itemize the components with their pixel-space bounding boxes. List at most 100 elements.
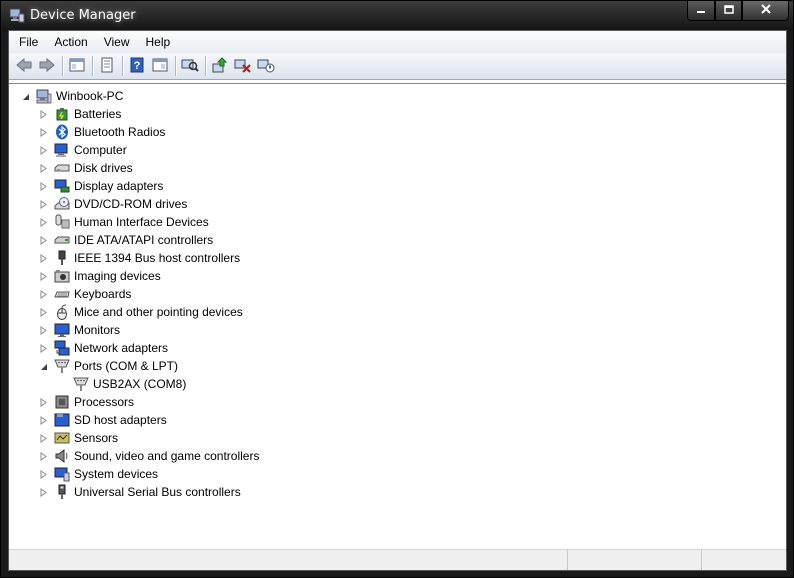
tree-node-label: IEEE 1394 Bus host controllers: [74, 251, 241, 265]
tree-node-bluetooth-radios[interactable]: Bluetooth Radios: [39, 123, 166, 141]
title-bar[interactable]: Device Manager: [1, 1, 793, 31]
menu-action[interactable]: Action: [46, 32, 95, 52]
show-hide-console-tree-icon: [69, 57, 85, 76]
properties-button[interactable]: [96, 55, 118, 77]
battery-icon: [54, 106, 70, 122]
device-manager-app-icon[interactable]: [9, 7, 25, 23]
collapsed-arrow-icon[interactable]: [39, 253, 48, 263]
tree-node-imaging-devices[interactable]: Imaging devices: [39, 267, 162, 285]
collapsed-arrow-icon[interactable]: [39, 487, 48, 497]
status-bar: [9, 549, 786, 570]
tree-node-ide-ata-atapi-controllers[interactable]: IDE ATA/ATAPI controllers: [39, 231, 214, 249]
tree-root-node[interactable]: Winbook-PC: [21, 87, 124, 105]
forward-icon: [38, 57, 56, 76]
tree-node-label: SD host adapters: [74, 413, 167, 427]
forward-button[interactable]: [36, 55, 58, 77]
sensor-icon: [54, 430, 70, 446]
tree-node-dvd-cd-rom-drives[interactable]: DVD/CD-ROM drives: [39, 195, 188, 213]
tree-node-monitors[interactable]: Monitors: [39, 321, 121, 339]
toolbar-separator: [122, 56, 123, 76]
collapsed-arrow-icon[interactable]: [39, 109, 48, 119]
expanded-arrow-icon[interactable]: [21, 92, 30, 101]
collapsed-arrow-icon[interactable]: [39, 235, 48, 245]
tree-node-batteries[interactable]: Batteries: [39, 105, 122, 123]
back-button[interactable]: [13, 55, 35, 77]
svg-text:?: ?: [134, 60, 141, 72]
collapsed-arrow-icon[interactable]: [39, 199, 48, 209]
tree-node-system-devices[interactable]: System devices: [39, 465, 159, 483]
tree-node-network-adapters[interactable]: Network adapters: [39, 339, 169, 357]
tree-node-keyboards[interactable]: Keyboards: [39, 285, 132, 303]
caption-buttons: [687, 1, 789, 21]
tree-node-label: Sound, video and game controllers: [74, 449, 260, 463]
tree-node-universal-serial-bus-controllers[interactable]: Universal Serial Bus controllers: [39, 483, 242, 501]
collapsed-arrow-icon[interactable]: [39, 433, 48, 443]
disable-device-button[interactable]: [255, 55, 277, 77]
disk-drive-icon: [54, 160, 70, 176]
help-button[interactable]: ?: [126, 55, 148, 77]
collapsed-arrow-icon[interactable]: [39, 127, 48, 137]
tree-node-computer[interactable]: Computer: [39, 141, 128, 159]
monitor-icon: [54, 322, 70, 338]
collapsed-arrow-icon[interactable]: [39, 163, 48, 173]
scan-hardware-button[interactable]: [179, 55, 201, 77]
update-driver-button[interactable]: [209, 55, 231, 77]
collapsed-arrow-icon[interactable]: [39, 181, 48, 191]
properties-icon: [99, 57, 115, 76]
client-area: File Action View Help ? Winbook-PC Batte…: [8, 30, 787, 571]
show-action-pane-button[interactable]: [149, 55, 171, 77]
toolbar-separator: [92, 56, 93, 76]
tree-node-disk-drives[interactable]: Disk drives: [39, 159, 134, 177]
update-driver-icon: [211, 56, 229, 76]
tree-node-processors[interactable]: Processors: [39, 393, 135, 411]
collapsed-arrow-icon[interactable]: [39, 469, 48, 479]
tree-node-sd-host-adapters[interactable]: SD host adapters: [39, 411, 168, 429]
tree-node-usb2ax-com8[interactable]: USB2AX (COM8): [73, 375, 187, 393]
tree-node-ieee-1394-bus-host-controllers[interactable]: IEEE 1394 Bus host controllers: [39, 249, 241, 267]
collapsed-arrow-icon[interactable]: [39, 343, 48, 353]
usb-icon: [54, 484, 70, 500]
menu-file[interactable]: File: [9, 32, 46, 52]
tree-node-human-interface-devices[interactable]: Human Interface Devices: [39, 213, 210, 231]
uninstall-button[interactable]: [232, 55, 254, 77]
maximize-icon: [723, 4, 734, 18]
camera-icon: [54, 268, 70, 284]
tree-node-display-adapters[interactable]: Display adapters: [39, 177, 164, 195]
tree-node-label: Monitors: [74, 323, 121, 337]
tree-node-label: Batteries: [74, 107, 122, 121]
close-button[interactable]: [742, 1, 789, 21]
collapsed-arrow-icon[interactable]: [39, 451, 48, 461]
collapsed-arrow-icon[interactable]: [39, 325, 48, 335]
collapsed-arrow-icon[interactable]: [39, 217, 48, 227]
tree-node-label: Bluetooth Radios: [74, 125, 166, 139]
collapsed-arrow-icon[interactable]: [39, 397, 48, 407]
device-tree[interactable]: Winbook-PC Batteries Bluetooth Radios Co…: [9, 83, 786, 549]
collapsed-arrow-icon[interactable]: [39, 307, 48, 317]
port-icon: [73, 376, 89, 392]
tree-node-label: System devices: [74, 467, 159, 481]
collapsed-arrow-icon[interactable]: [39, 415, 48, 425]
tree-node-label: IDE ATA/ATAPI controllers: [74, 233, 214, 247]
tree-node-label: Mice and other pointing devices: [74, 305, 243, 319]
tree-node-label: DVD/CD-ROM drives: [74, 197, 188, 211]
collapsed-arrow-icon[interactable]: [39, 289, 48, 299]
collapsed-arrow-icon[interactable]: [39, 145, 48, 155]
menu-help[interactable]: Help: [138, 32, 179, 52]
tree-node-label: Universal Serial Bus controllers: [74, 485, 241, 499]
tree-node-label: Ports (COM & LPT): [74, 359, 179, 373]
collapsed-arrow-icon[interactable]: [39, 271, 48, 281]
maximize-button[interactable]: [715, 1, 742, 21]
menu-view[interactable]: View: [96, 32, 138, 52]
minimize-button[interactable]: [687, 1, 715, 21]
processor-icon: [54, 394, 70, 410]
network-adapter-icon: [54, 340, 70, 356]
uninstall-icon: [234, 57, 252, 76]
show-hide-console-tree-button[interactable]: [66, 55, 88, 77]
window-title: Device Manager: [30, 8, 136, 23]
tree-node-sensors[interactable]: Sensors: [39, 429, 119, 447]
tree-node-ports-com-lpt[interactable]: Ports (COM & LPT): [39, 357, 179, 375]
tree-node-sound-video-and-game-controllers[interactable]: Sound, video and game controllers: [39, 447, 260, 465]
hid-icon: [54, 214, 70, 230]
expanded-arrow-icon[interactable]: [39, 362, 48, 371]
tree-node-mice-and-other-pointing-devices[interactable]: Mice and other pointing devices: [39, 303, 244, 321]
